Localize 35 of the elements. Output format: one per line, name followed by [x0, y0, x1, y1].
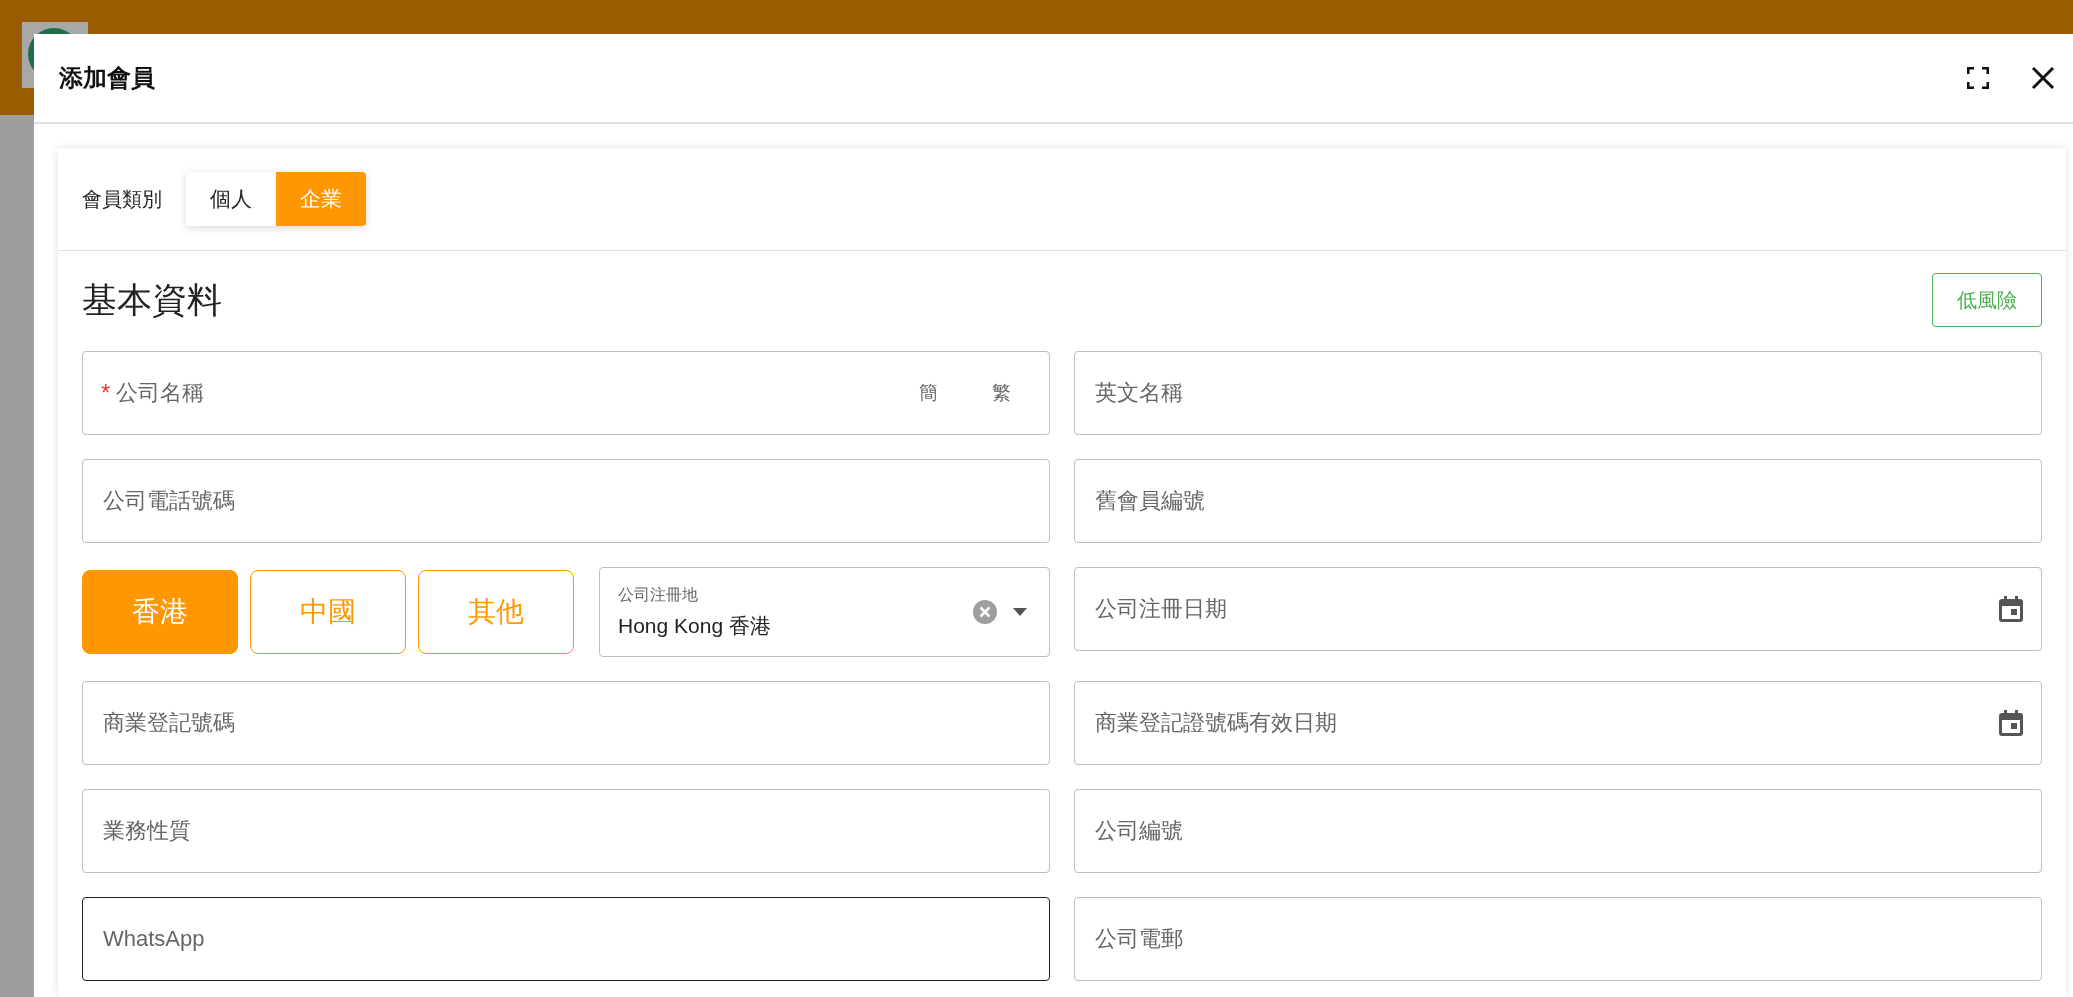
- text-input[interactable]: 公司注冊日期: [1093, 595, 1995, 623]
- text-input[interactable]: 公司名稱: [114, 379, 885, 407]
- input-field[interactable]: 公司電郵: [1074, 897, 2042, 981]
- text-input[interactable]: 商業登記號碼: [101, 709, 1031, 737]
- text-input[interactable]: 舊會員編號: [1093, 487, 2023, 515]
- input-field[interactable]: WhatsApp: [82, 897, 1050, 981]
- text-input[interactable]: 業務性質: [101, 817, 1031, 845]
- script-option[interactable]: 繁: [992, 380, 1011, 406]
- input-field[interactable]: 英文名稱: [1074, 351, 2042, 435]
- member-type-label: 會員類別: [82, 186, 162, 212]
- clear-icon[interactable]: [973, 600, 997, 624]
- text-input[interactable]: WhatsApp: [101, 925, 1031, 953]
- text-input[interactable]: 商業登記證號碼有效日期: [1093, 709, 1995, 737]
- input-field[interactable]: 商業登記證號碼有效日期: [1074, 681, 2042, 765]
- section-title: 基本資料: [82, 278, 222, 321]
- input-field[interactable]: 舊會員編號: [1074, 459, 2042, 543]
- caret-icon[interactable]: [1013, 608, 1027, 616]
- input-field[interactable]: 公司注冊日期: [1074, 567, 2042, 651]
- close-icon[interactable]: [2031, 66, 2055, 90]
- text-input[interactable]: 公司電話號碼: [101, 487, 1031, 515]
- input-field[interactable]: 業務性質: [82, 789, 1050, 873]
- calendar-icon[interactable]: [1999, 710, 2023, 736]
- input-field[interactable]: 商業登記號碼: [82, 681, 1050, 765]
- input-field[interactable]: 公司編號: [1074, 789, 2042, 873]
- input-field[interactable]: 公司電話號碼: [82, 459, 1050, 543]
- text-input[interactable]: 英文名稱: [1093, 379, 2023, 407]
- fullscreen-icon[interactable]: [1967, 67, 1989, 89]
- member-type-option[interactable]: 個人: [186, 172, 276, 226]
- calendar-icon[interactable]: [1999, 596, 2023, 622]
- text-input[interactable]: 公司電郵: [1093, 925, 2023, 953]
- dialog-title: 添加會員: [59, 63, 155, 93]
- registration-place-select[interactable]: 公司注冊地 Hong Kong 香港: [599, 567, 1050, 657]
- input-field[interactable]: * 公司名稱 簡 繁: [82, 351, 1050, 435]
- text-input[interactable]: 公司編號: [1093, 817, 2023, 845]
- script-option[interactable]: 簡: [919, 380, 938, 406]
